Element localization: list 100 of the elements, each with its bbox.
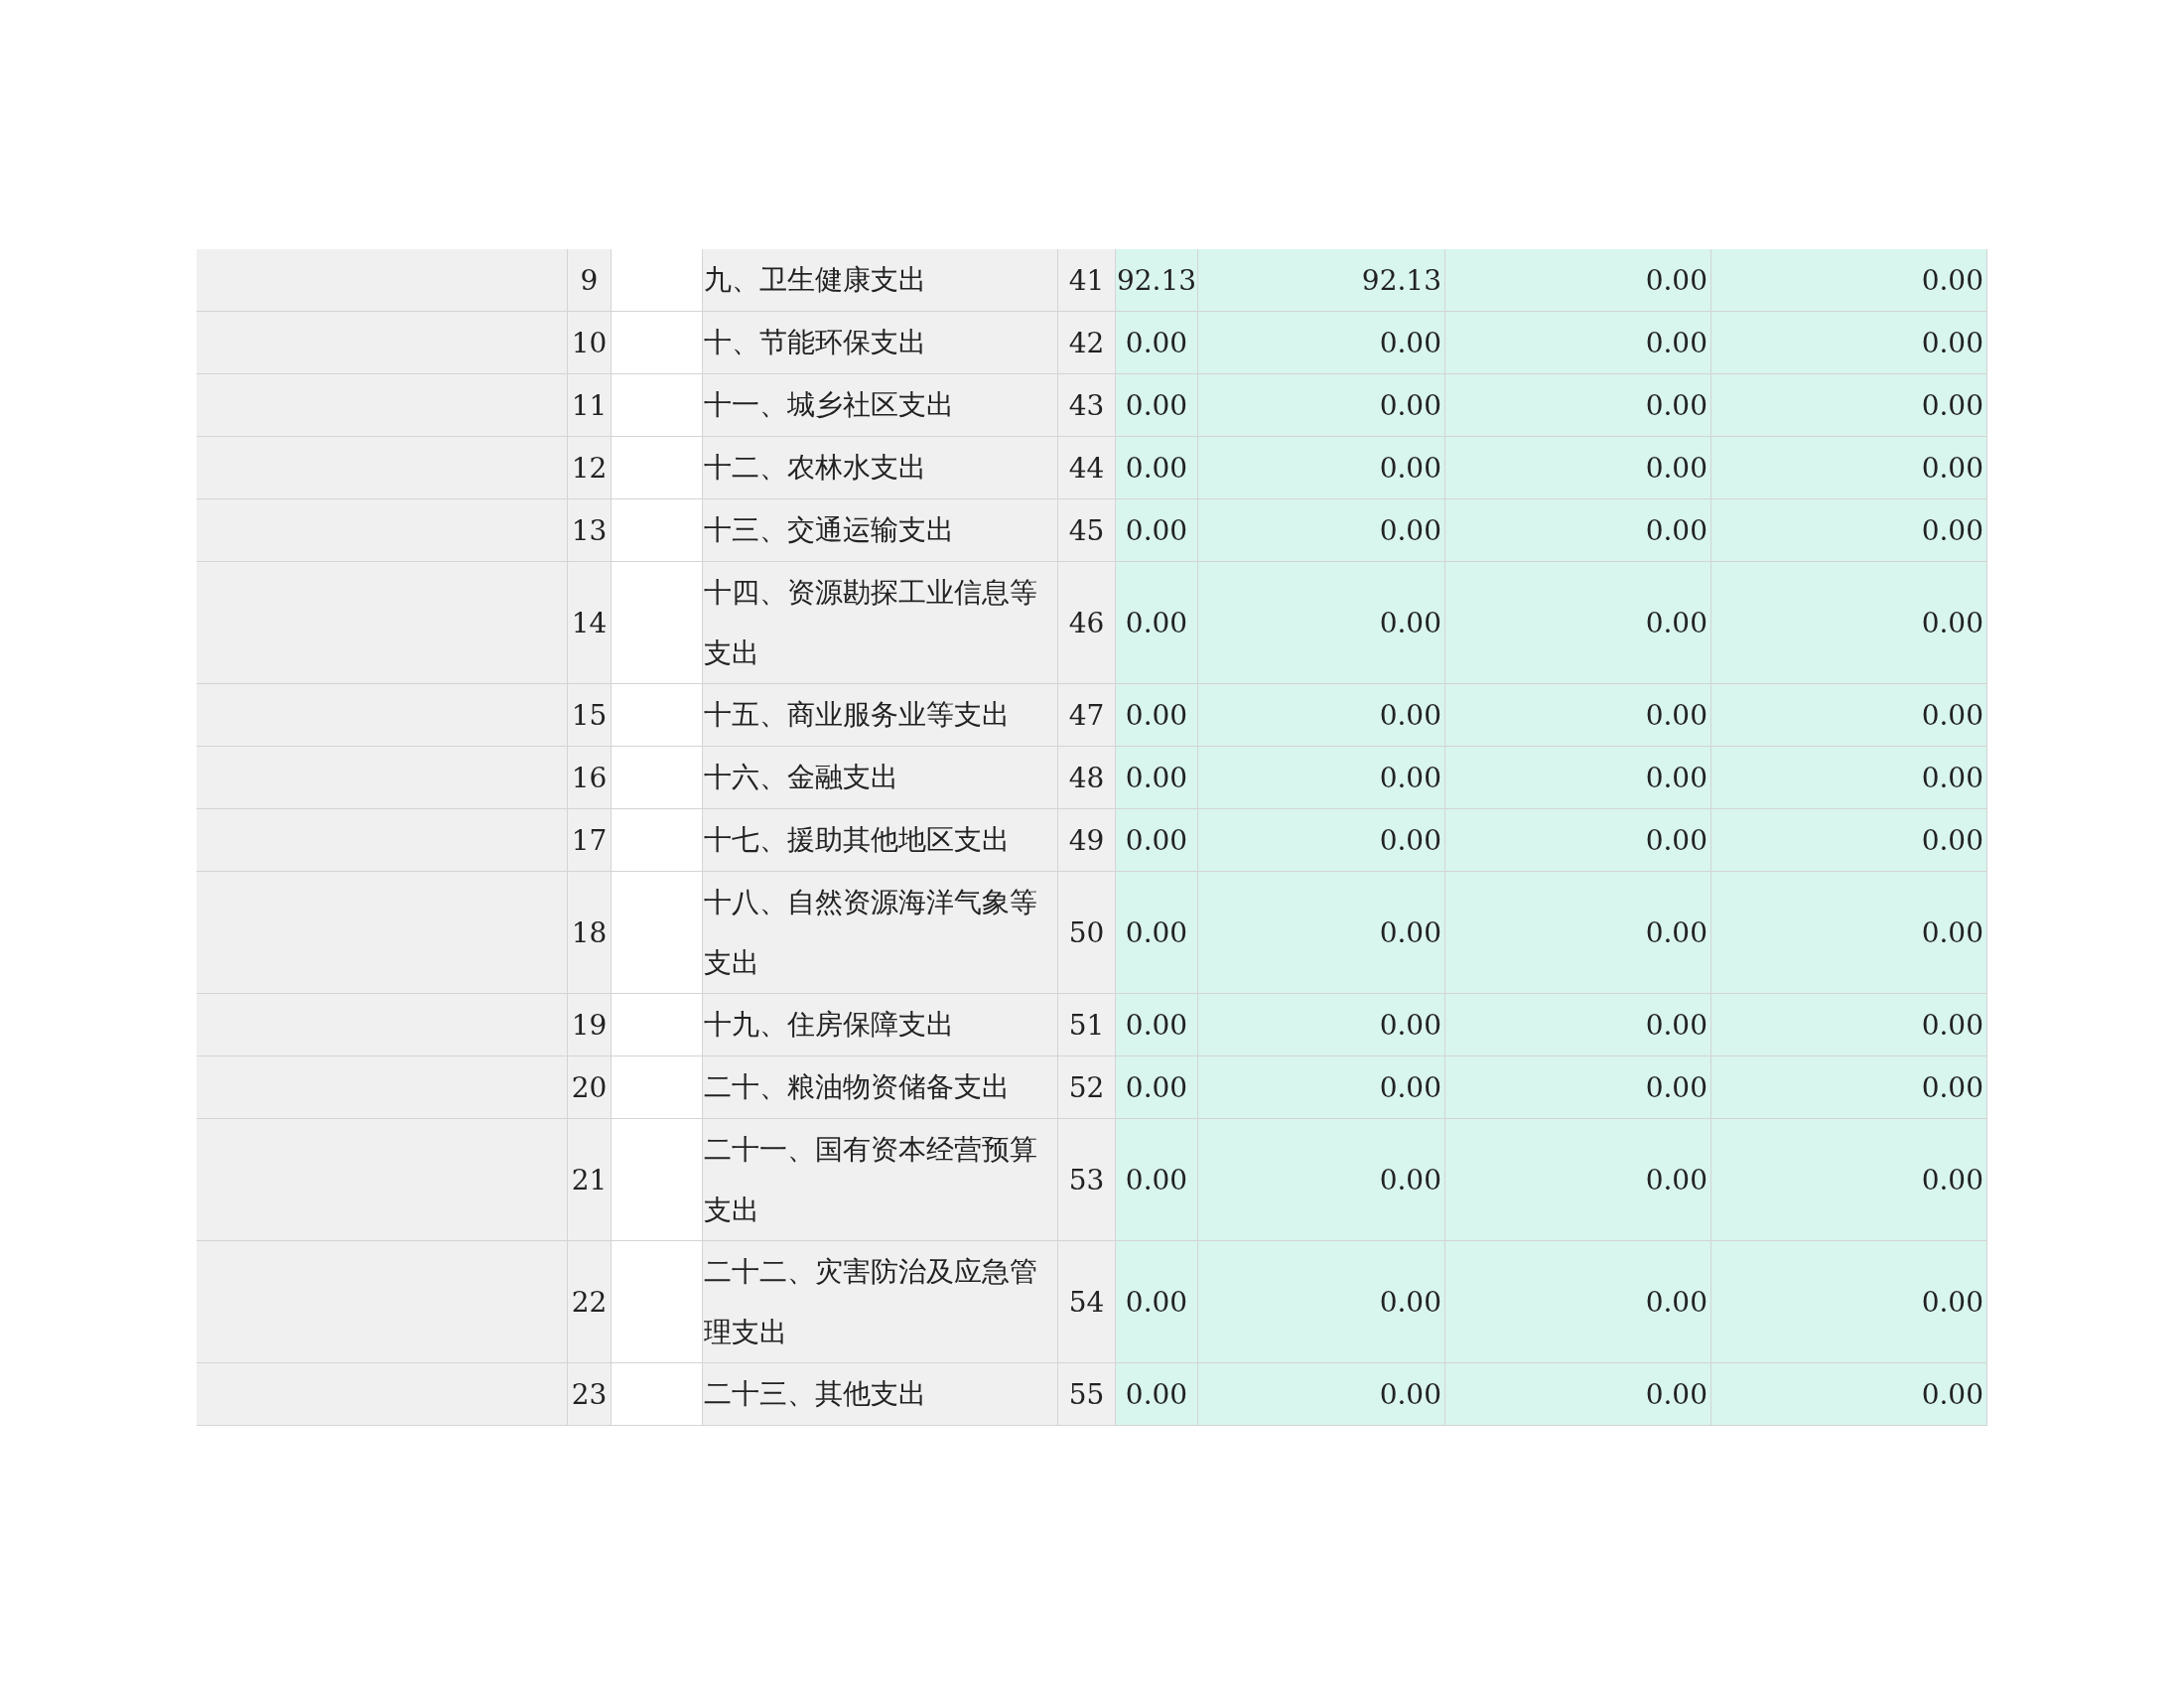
table-cell: 0.00	[1445, 374, 1711, 436]
table-cell: 0.00	[1445, 809, 1711, 871]
table-cell: 0.00	[1711, 374, 1987, 436]
table-cell: 0.00	[1711, 437, 1987, 498]
table-cell: 0.00	[1445, 1241, 1711, 1362]
table-cell: 13	[568, 499, 612, 561]
table-cell: 0.00	[1116, 437, 1198, 498]
table-cell: 0.00	[1116, 809, 1198, 871]
table-cell: 二十一、国有资本经营预算支出	[703, 1119, 1058, 1240]
table-cell: 0.00	[1445, 994, 1711, 1055]
table-cell: 0.00	[1711, 312, 1987, 373]
table-cell: 0.00	[1711, 562, 1987, 683]
table-cell: 11	[568, 374, 612, 436]
table-cell: 十八、自然资源海洋气象等支出	[703, 872, 1058, 993]
table-cell: 51	[1058, 994, 1116, 1055]
table-cell: 0.00	[1445, 872, 1711, 993]
table-cell: 0.00	[1116, 994, 1198, 1055]
table-cell: 0.00	[1116, 872, 1198, 993]
table-cell: 0.00	[1198, 872, 1445, 993]
table-cell: 0.00	[1445, 1056, 1711, 1118]
table-cell: 0.00	[1198, 1119, 1445, 1240]
table-cell: 十四、资源勘探工业信息等支出	[703, 562, 1058, 683]
table-cell: 0.00	[1116, 499, 1198, 561]
table-cell: 0.00	[1711, 994, 1987, 1055]
table-cell: 41	[1058, 249, 1116, 311]
table-cell: 0.00	[1711, 684, 1987, 746]
table-cell: 10	[568, 312, 612, 373]
table-cell: 十九、住房保障支出	[703, 994, 1058, 1055]
table-cell: 0.00	[1445, 684, 1711, 746]
table-cell: 0.00	[1445, 437, 1711, 498]
table-cell: 0.00	[1445, 562, 1711, 683]
table-cell: 0.00	[1198, 437, 1445, 498]
table-cell: 0.00	[1711, 747, 1987, 808]
table-cell: 0.00	[1198, 312, 1445, 373]
table-cell: 0.00	[1711, 872, 1987, 993]
table-cell: 0.00	[1198, 1241, 1445, 1362]
table-cell: 92.13	[1198, 249, 1445, 311]
table-cell: 43	[1058, 374, 1116, 436]
table-cell: 0.00	[1116, 1119, 1198, 1240]
table-cell: 45	[1058, 499, 1116, 561]
table-cell: 十五、商业服务业等支出	[703, 684, 1058, 746]
table-cell: 0.00	[1711, 1363, 1987, 1425]
table-cell: 十一、城乡社区支出	[703, 374, 1058, 436]
table-cell: 十二、农林水支出	[703, 437, 1058, 498]
table-cell: 49	[1058, 809, 1116, 871]
table-cell: 9	[568, 249, 612, 311]
table-cell: 44	[1058, 437, 1116, 498]
table-cell: 92.13	[1116, 249, 1198, 311]
table-cell: 0.00	[1198, 374, 1445, 436]
table-cell: 0.00	[1116, 312, 1198, 373]
table-cell: 0.00	[1445, 499, 1711, 561]
table-cell: 47	[1058, 684, 1116, 746]
table-cell: 19	[568, 994, 612, 1055]
table-cell: 0.00	[1116, 1363, 1198, 1425]
table-cell: 18	[568, 872, 612, 993]
table-cell: 46	[1058, 562, 1116, 683]
table-cell: 55	[1058, 1363, 1116, 1425]
table-cell: 0.00	[1711, 1241, 1987, 1362]
table-cell: 0.00	[1198, 684, 1445, 746]
table-cell: 0.00	[1711, 249, 1987, 311]
table-cell: 16	[568, 747, 612, 808]
table-cell: 14	[568, 562, 612, 683]
table-cell: 0.00	[1198, 1363, 1445, 1425]
table-cell: 22	[568, 1241, 612, 1362]
table-cell: 0.00	[1116, 562, 1198, 683]
table-cell: 十、节能环保支出	[703, 312, 1058, 373]
table-cell: 0.00	[1711, 1056, 1987, 1118]
table-cell: 15	[568, 684, 612, 746]
table-cell: 23	[568, 1363, 612, 1425]
table-cell: 12	[568, 437, 612, 498]
table-cell: 0.00	[1445, 1119, 1711, 1240]
table-cell: 十六、金融支出	[703, 747, 1058, 808]
table-cell: 42	[1058, 312, 1116, 373]
table-cell: 二十三、其他支出	[703, 1363, 1058, 1425]
table-cell: 48	[1058, 747, 1116, 808]
table-cell: 0.00	[1445, 1363, 1711, 1425]
table-cell: 0.00	[1198, 562, 1445, 683]
table-cell: 十三、交通运输支出	[703, 499, 1058, 561]
table-cell: 0.00	[1711, 1119, 1987, 1240]
table-cell: 0.00	[1445, 312, 1711, 373]
table-cell: 0.00	[1198, 994, 1445, 1055]
table-cell: 二十、粮油物资储备支出	[703, 1056, 1058, 1118]
table-cell: 0.00	[1116, 1056, 1198, 1118]
table-cell: 50	[1058, 872, 1116, 993]
table-cell: 0.00	[1445, 249, 1711, 311]
table-cell: 52	[1058, 1056, 1116, 1118]
table-cell: 53	[1058, 1119, 1116, 1240]
table-cell: 0.00	[1711, 809, 1987, 871]
table-cell: 54	[1058, 1241, 1116, 1362]
table-cell: 0.00	[1711, 499, 1987, 561]
table-cell: 0.00	[1198, 1056, 1445, 1118]
table-cell: 0.00	[1198, 809, 1445, 871]
table-cell: 九、卫生健康支出	[703, 249, 1058, 311]
table-cell: 十七、援助其他地区支出	[703, 809, 1058, 871]
table-cell: 0.00	[1116, 374, 1198, 436]
table-cell: 0.00	[1116, 747, 1198, 808]
table-cell: 0.00	[1116, 684, 1198, 746]
table-cell: 0.00	[1198, 747, 1445, 808]
table-cell: 0.00	[1116, 1241, 1198, 1362]
table-cell: 0.00	[1445, 747, 1711, 808]
